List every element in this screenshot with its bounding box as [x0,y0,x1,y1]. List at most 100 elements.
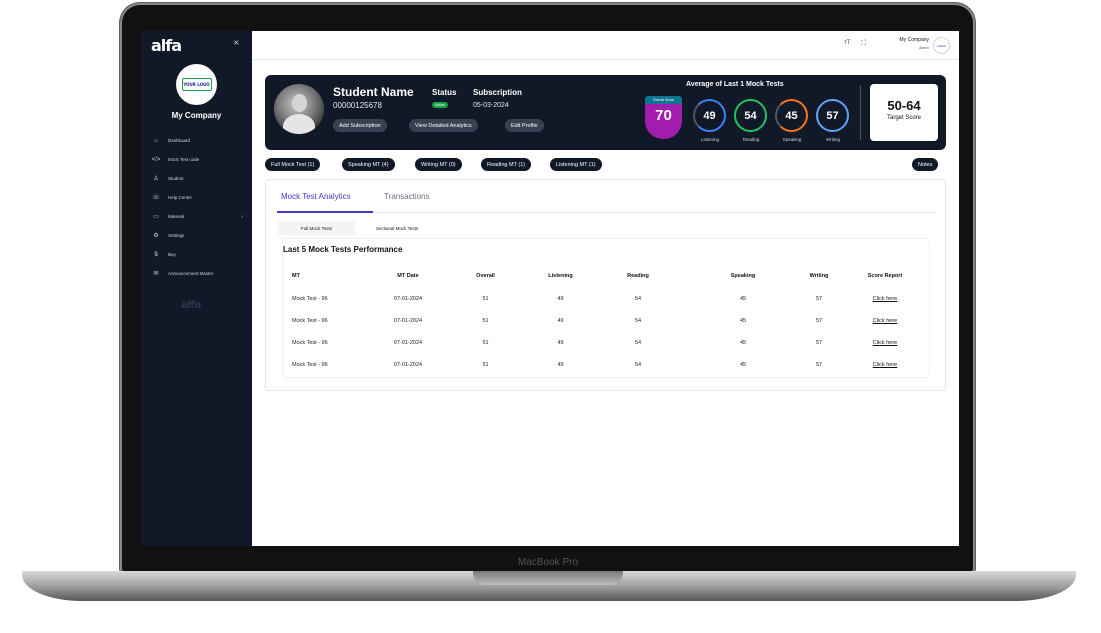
announcement-icon: ✉ [153,271,159,277]
home-icon: ⌂ [154,137,158,144]
sidebar-item-label: Mock Test code [168,157,200,162]
cell-mt: Mock Test - 96 [292,340,328,346]
reading-score: 54 [744,109,757,122]
overall-score-label: Overall Score [645,96,682,104]
cell-date: 07-01-2024 [393,340,423,346]
sidebar: alfa × YOUR LOGO My Company ⌂ Dashboard … [141,31,252,546]
view-analytics-button[interactable]: View Detailed Analytics [409,119,478,132]
sidebar-menu: ⌂ Dashboard </> Mock Test code ♙ Student… [151,131,247,283]
filter-writing-mt[interactable]: Writing MT (0) [415,158,462,171]
sidebar-item-label: Settings [168,233,185,238]
student-header-card: Student Name 00000125678 Status Active S… [265,75,946,150]
company-name: My Company [171,111,222,120]
listening-score-ring: 49 [693,99,726,132]
font-size-icon[interactable]: тT [844,40,850,46]
brand-logo[interactable]: alfa [151,36,182,55]
cell-date: 07-01-2024 [393,362,423,368]
reading-score-ring: 54 [734,99,767,132]
sidebar-item-settings[interactable]: ⚙ Settings [151,226,247,245]
cell-listening: 49 [557,362,564,368]
cell-overall: 51 [482,340,489,346]
avatar-body [283,114,315,134]
col-mt: MT [292,273,300,279]
cell-speaking: 45 [739,340,747,346]
listening-label: Listening [700,137,719,142]
topbar: тT ⛶ My Company Admin LOGO [252,31,959,60]
subtab-sectional-mock-tests[interactable]: Sectional Mock Tests [357,221,437,235]
writing-label: Writing [826,137,840,142]
score-report-link[interactable]: Click here [840,332,930,354]
col-listening: Listening [548,273,573,279]
avatar[interactable]: LOGO [933,37,950,54]
book-icon: ▭ [153,214,159,220]
cell-listening: 49 [557,318,564,324]
tab-divider [277,212,937,213]
reading-label: Reading [742,137,760,142]
tab-transactions[interactable]: Transactions [384,192,430,201]
cell-reading: 54 [634,362,642,368]
target-score-card: 50-64 Target Score [870,84,938,141]
score-report-link[interactable]: Click here [840,354,930,376]
edit-profile-button[interactable]: Edit Profile [505,119,544,132]
filter-reading-mt[interactable]: Reading MT (1) [481,158,532,171]
cell-speaking: 45 [739,362,747,368]
col-score-report: Score Report [867,273,903,279]
cell-listening: 49 [557,296,564,302]
writing-score: 57 [826,109,839,122]
speaking-label: Speaking [782,137,802,142]
user-role: Admin [919,46,929,50]
close-icon[interactable]: × [233,38,240,47]
sidebar-item-label: Buy [168,252,176,257]
chevron-right-icon: › [241,213,243,220]
sidebar-item-mock-test-code[interactable]: </> Mock Test code [151,150,247,169]
table-row: Mock Test - 96 07-01-2024 51 49 54 45 57… [283,288,930,310]
cell-reading: 54 [634,340,642,346]
cell-overall: 51 [482,296,489,302]
col-speaking: Speaking [730,273,756,279]
notes-button[interactable]: Notes [912,158,939,171]
sidebar-item-student[interactable]: ♙ Student [151,169,247,188]
col-overall: Overall [476,273,495,279]
score-report-link[interactable]: Click here [840,288,930,310]
code-icon: </> [151,156,161,163]
headset-icon: ☏ [152,195,160,201]
cell-writing: 57 [815,340,823,346]
cell-speaking: 45 [739,296,747,302]
cell-writing: 57 [815,362,823,368]
average-title: Average of Last 1 Mock Tests [686,81,784,88]
sidebar-item-dashboard[interactable]: ⌂ Dashboard [151,131,247,150]
add-subscription-button[interactable]: Add Subscription [333,119,387,132]
avatar-head [292,94,307,112]
company-logo: YOUR LOGO [176,64,217,105]
performance-title: Last 5 Mock Tests Performance [283,245,403,254]
tab-mock-test-analytics[interactable]: Mock Test Analytics [281,192,351,201]
cell-overall: 51 [482,318,489,324]
sidebar-item-help-center[interactable]: ☏ Help Center [151,188,247,207]
fullscreen-icon[interactable]: ⛶ [861,39,866,48]
score-report-link[interactable]: Click here [840,310,930,332]
cell-writing: 57 [815,296,823,302]
table-row: Mock Test - 96 07-01-2024 51 49 54 45 57… [283,310,930,332]
table-row: Mock Test - 96 07-01-2024 51 49 54 45 57… [283,332,930,354]
filter-full-mock-test[interactable]: Full Mock Test (1) [265,158,321,171]
writing-score-ring: 57 [816,99,849,132]
laptop-notch [473,571,623,585]
user-name: My Company [899,37,929,43]
status-badge: Active [432,102,448,108]
sidebar-item-announcement-master[interactable]: ✉ Announcement Master [151,264,247,283]
table-header-row: MT MT Date Overall Listening Reading Spe… [283,264,930,288]
sidebar-item-buy[interactable]: $ Buy [151,245,247,264]
logo-text: YOUR LOGO [181,78,212,91]
device-label: MacBook Pro [517,557,579,568]
user-icon: ♙ [153,176,159,182]
sidebar-item-material[interactable]: ▭ Material › [151,207,247,226]
cell-reading: 54 [634,296,642,302]
cell-mt: Mock Test - 96 [292,362,328,368]
user-menu[interactable]: My Company Admin [887,37,929,50]
subtab-full-mock-tests[interactable]: Full Mock Tests [278,221,355,235]
student-id: 00000125678 [333,101,382,110]
subscription-label: Subscription [473,88,522,97]
filter-speaking-mt[interactable]: Speaking MT (4) [342,158,395,171]
filter-listening-mt[interactable]: Listening MT (1) [550,158,602,171]
subscription-date: 05-03-2024 [473,102,509,109]
